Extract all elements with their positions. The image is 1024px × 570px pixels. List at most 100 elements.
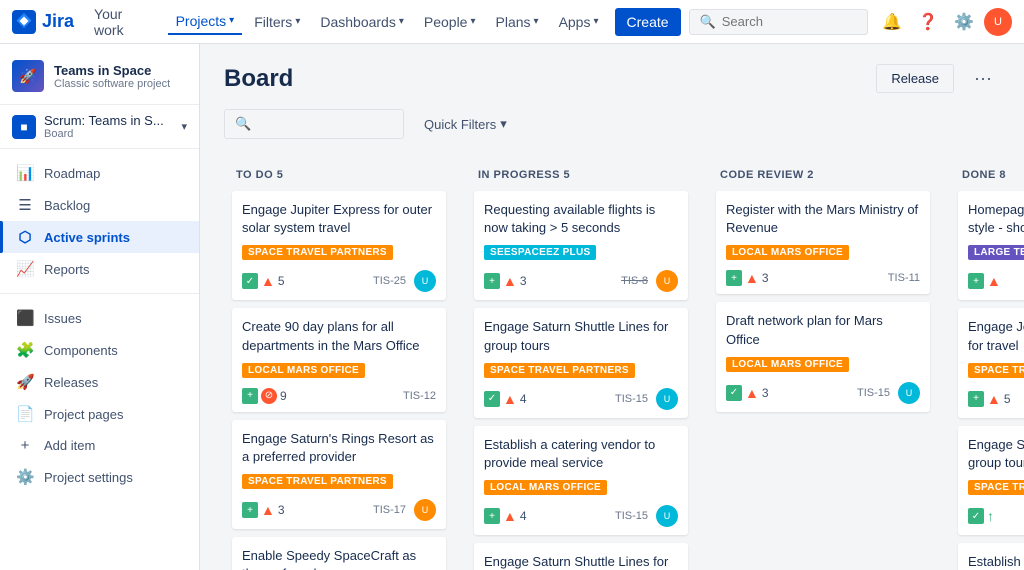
priority-icon: ▲ [987, 391, 1001, 407]
sidebar-item-add-item[interactable]: + Add item [0, 430, 199, 461]
card-id: TIS-12 [403, 390, 436, 402]
sidebar-item-project-pages[interactable]: 📄 Project pages [0, 398, 199, 430]
card-todo-2[interactable]: Create 90 day plans for all departments … [232, 308, 446, 411]
nav-filters[interactable]: Filters ▾ [246, 10, 308, 34]
card-footer: ✓ ↑ TIS-15 U [968, 505, 1024, 527]
column-todo: TO DO 5 Engage Jupiter Express for outer… [224, 159, 454, 570]
app-layout: 🚀 Teams in Space Classic software projec… [0, 44, 1024, 570]
check-icon: ✓ [484, 391, 500, 407]
card-todo-1[interactable]: Engage Jupiter Express for outer solar s… [232, 191, 446, 300]
board-search-icon: 🔍 [235, 116, 251, 132]
board-columns: TO DO 5 Engage Jupiter Express for outer… [224, 159, 1000, 570]
card-footer: ✓ ▲ 3 TIS-15 U [726, 382, 920, 404]
priority-icon: ▲ [261, 502, 275, 518]
card-footer: + ▲ TIS-68 U [968, 270, 1024, 292]
sidebar-item-reports[interactable]: 📈 Reports [0, 253, 199, 285]
backlog-icon: ☰ [16, 196, 34, 214]
search-input[interactable] [722, 14, 842, 29]
nav-your-work[interactable]: Your work [86, 2, 164, 42]
sidebar-divider [0, 293, 199, 294]
nav-dashboards[interactable]: Dashboards ▾ [312, 10, 412, 34]
help-button[interactable]: ❓ [912, 6, 944, 38]
card-count: 5 [278, 274, 285, 288]
card-tag: SPACE TRAVEL PARTNERS [484, 363, 635, 378]
quick-filters-button[interactable]: Quick Filters ▾ [416, 110, 515, 138]
scrum-name: Scrum: Teams in S... [44, 113, 173, 128]
board-header: Board Release ··· [224, 64, 1000, 93]
create-button[interactable]: Create [615, 8, 681, 36]
notifications-button[interactable]: 🔔 [876, 6, 908, 38]
card-done-4[interactable]: Establish a catering vendor to provide m… [958, 543, 1024, 570]
sidebar-item-label: Issues [44, 311, 82, 326]
story-icon: + [242, 388, 258, 404]
card-id-strikethrough: TIS-8 [621, 275, 648, 287]
nav-people[interactable]: People ▾ [416, 10, 484, 34]
card-todo-4[interactable]: Enable Speedy SpaceCraft as the preferre… [232, 537, 446, 570]
search-bar[interactable]: 🔍 [689, 9, 868, 35]
sidebar-item-project-settings[interactable]: ⚙️ Project settings [0, 461, 199, 493]
card-title: Engage Saturn Shuttle Lines for group to… [484, 318, 678, 354]
sidebar-item-label: Releases [44, 375, 98, 390]
card-ip-3[interactable]: Establish a catering vendor to provide m… [474, 426, 688, 535]
card-ip-4[interactable]: Engage Saturn Shuttle Lines for group to… [474, 543, 688, 570]
reports-icon: 📈 [16, 260, 34, 278]
card-cr-2[interactable]: Draft network plan for Mars Office LOCAL… [716, 302, 930, 411]
card-done-2[interactable]: Engage JetShuttle SpaceWays for travel S… [958, 308, 1024, 417]
settings-button[interactable]: ⚙️ [948, 6, 980, 38]
story-icon: + [968, 391, 984, 407]
scrum-info: Scrum: Teams in S... Board [44, 113, 173, 140]
card-title: Enable Speedy SpaceCraft as the preferre… [242, 547, 436, 570]
add-item-icon: + [16, 437, 34, 454]
sidebar-item-label: Backlog [44, 198, 90, 213]
card-id: TIS-25 [373, 275, 406, 287]
user-avatar[interactable]: U [984, 8, 1012, 36]
sidebar-item-label: Add item [44, 438, 95, 453]
card-footer: + ▲ 3 TIS-11 [726, 270, 920, 286]
card-ip-2[interactable]: Engage Saturn Shuttle Lines for group to… [474, 308, 688, 417]
logo[interactable]: Jira [12, 10, 74, 34]
card-done-1[interactable]: Homepage footer uses an inline style - s… [958, 191, 1024, 300]
nav-projects[interactable]: Projects ▾ [168, 9, 243, 35]
sidebar-item-roadmap[interactable]: 📊 Roadmap [0, 157, 199, 189]
column-todo-header: TO DO 5 [232, 169, 446, 181]
card-done-3[interactable]: Engage Saturn Shuttle Lines for group to… [958, 426, 1024, 535]
plans-chevron-icon: ▾ [534, 16, 539, 27]
card-id: TIS-11 [888, 272, 920, 284]
board-title: Board [224, 65, 864, 93]
column-inprogress: IN PROGRESS 5 Requesting available fligh… [466, 159, 696, 570]
card-icons: ✓ ↑ [968, 508, 1024, 524]
card-ip-1[interactable]: Requesting available flights is now taki… [474, 191, 688, 300]
card-todo-3[interactable]: Engage Saturn's Rings Resort as a prefer… [232, 420, 446, 529]
project-name: Teams in Space [54, 63, 187, 78]
card-count: 3 [520, 274, 527, 288]
nav-plans[interactable]: Plans ▾ [488, 10, 547, 34]
story-icon: + [242, 502, 258, 518]
card-cr-1[interactable]: Register with the Mars Ministry of Reven… [716, 191, 930, 294]
card-icons: + ▲ 3 [484, 273, 617, 289]
card-count: 9 [280, 389, 287, 403]
sidebar-item-label: Active sprints [44, 230, 130, 245]
search-icon: 🔍 [700, 14, 716, 30]
check-icon: ✓ [726, 385, 742, 401]
sidebar-project[interactable]: 🚀 Teams in Space Classic software projec… [0, 44, 199, 105]
sidebar-item-backlog[interactable]: ☰ Backlog [0, 189, 199, 221]
sidebar-item-active-sprints[interactable]: ⬡ Active sprints [0, 221, 199, 253]
nav-apps[interactable]: Apps ▾ [551, 10, 607, 34]
board-more-button[interactable]: ··· [966, 64, 1000, 93]
sidebar-scrum[interactable]: ■ Scrum: Teams in S... Board ▾ [0, 105, 199, 149]
sidebar-nav: 📊 Roadmap ☰ Backlog ⬡ Active sprints 📈 R… [0, 149, 199, 501]
sidebar-item-issues[interactable]: ⬛ Issues [0, 302, 199, 334]
components-icon: 🧩 [16, 341, 34, 359]
card-title: Homepage footer uses an inline style - s… [968, 201, 1024, 237]
filter-bar: 🔍 Quick Filters ▾ [224, 109, 1000, 139]
sidebar-item-label: Components [44, 343, 118, 358]
sidebar-item-releases[interactable]: 🚀 Releases [0, 366, 199, 398]
priority-icon: ▲ [745, 270, 759, 286]
release-button[interactable]: Release [876, 64, 954, 93]
board-search[interactable]: 🔍 [224, 109, 404, 139]
priority-icon: ▲ [503, 391, 517, 407]
card-footer: + ▲ 3 TIS-8 U [484, 270, 678, 292]
board-search-input[interactable] [257, 117, 397, 132]
main-content: Board Release ··· 🔍 Quick Filters ▾ TO D… [200, 44, 1024, 570]
sidebar-item-components[interactable]: 🧩 Components [0, 334, 199, 366]
